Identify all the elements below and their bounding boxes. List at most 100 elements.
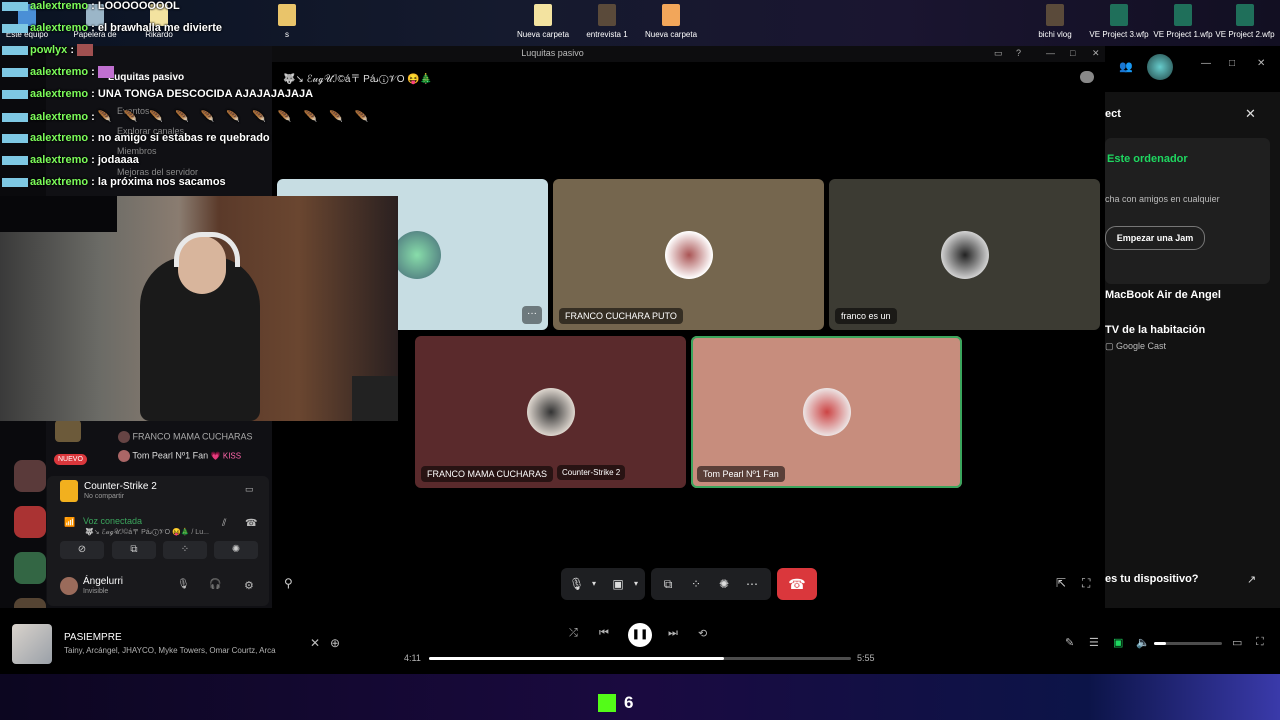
- help-icon[interactable]: ?: [1016, 48, 1021, 58]
- pause-button[interactable]: ❚❚: [628, 623, 652, 647]
- start-jam-button[interactable]: Empezar una Jam: [1105, 226, 1205, 250]
- emote-icon: [97, 66, 114, 79]
- avatar: [940, 230, 989, 279]
- shuffle-icon[interactable]: ⤮: [569, 627, 578, 640]
- maximize-button[interactable]: □: [1070, 48, 1075, 58]
- close-button[interactable]: ✕: [1257, 58, 1265, 69]
- repeat-icon[interactable]: ⟲: [698, 627, 707, 640]
- webcam-overlay: [0, 196, 398, 421]
- minimize-button[interactable]: —: [1201, 58, 1211, 69]
- badge-icon: [2, 1, 28, 11]
- camera-button[interactable]: ⊘: [60, 541, 104, 559]
- miniplayer-icon[interactable]: ▭: [1232, 636, 1242, 649]
- participant-tile-speaking[interactable]: Tom Pearl Nº1 Fan: [691, 336, 962, 488]
- current-device-label[interactable]: Este ordenador: [1107, 153, 1188, 165]
- badge-icon: [2, 133, 28, 143]
- spotify-connect-panel: ect ✕ Este ordenador cha con amigos en c…: [1105, 46, 1280, 608]
- time-elapsed: 4:11: [404, 653, 421, 663]
- track-artists[interactable]: Tainy, Arcángel, JHAYCO, Myke Towers, Om…: [64, 646, 276, 655]
- desktop-icon[interactable]: bichi vlog: [1020, 4, 1090, 39]
- avatar: [393, 230, 441, 279]
- stream-chat-overlay: aalextremo : LOOOOOOOOL aalextremo : el …: [0, 0, 369, 200]
- inbox-icon[interactable]: ▭: [994, 48, 1003, 59]
- fullscreen-icon[interactable]: ⛶: [1256, 636, 1264, 649]
- activities-button[interactable]: ⁘: [163, 541, 207, 559]
- desktop-icon[interactable]: VE Project 2.wfp: [1210, 4, 1280, 39]
- voice-member[interactable]: FRANCO MAMA CUCHARAS: [118, 431, 253, 443]
- add-icon[interactable]: ⊕: [330, 636, 340, 650]
- close-button[interactable]: ✕: [1092, 48, 1100, 59]
- webcam-dark-region: [0, 196, 117, 232]
- external-link-icon[interactable]: ↗: [1247, 573, 1256, 586]
- activities-icon[interactable]: ⁘: [689, 577, 703, 591]
- participant-name: franco es un: [835, 308, 897, 324]
- voice-channel-path[interactable]: 🐺↘ ℰ𝓊ℊ𝒰ℐ©á〒 Pá𝓈ⓘ𝒱O 😝🎄 / Lu...: [85, 527, 209, 537]
- connect-device-icon[interactable]: ▣: [1113, 636, 1123, 649]
- avatar: [118, 431, 130, 443]
- participant-name: FRANCO CUCHARA PUTO: [559, 308, 683, 324]
- voice-connected-label[interactable]: Voz conectada: [83, 516, 142, 526]
- end-call-button[interactable]: ☎: [777, 568, 817, 600]
- microphone-icon[interactable]: 🎙: [569, 577, 584, 591]
- pause-icon: ❚❚: [631, 629, 649, 640]
- screen-share-icon[interactable]: ⧉: [661, 577, 675, 591]
- participant-tile[interactable]: FRANCO MAMA CUCHARAS Counter-Strike 2: [415, 336, 686, 488]
- popout-icon[interactable]: ⇱: [1056, 576, 1066, 590]
- close-icon[interactable]: ✕: [1245, 106, 1256, 122]
- device-item[interactable]: MacBook Air de Angel: [1105, 289, 1221, 301]
- game-activity-badge: Counter-Strike 2: [557, 465, 626, 480]
- user-avatar[interactable]: [60, 577, 78, 595]
- mic-camera-group: 🎙 ▾ ▣ ▾: [561, 568, 645, 600]
- server-icon[interactable]: [14, 552, 46, 584]
- maximize-button[interactable]: □: [1229, 58, 1235, 69]
- profile-avatar[interactable]: [1147, 54, 1173, 80]
- voice-member[interactable]: Tom Pearl Nº1 Fan 💗 KISS: [118, 450, 241, 462]
- help-link[interactable]: es tu dispositivo?: [1105, 573, 1199, 585]
- camera-off-icon[interactable]: ▣: [611, 577, 625, 591]
- more-options-icon[interactable]: ···: [522, 306, 542, 324]
- close-icon[interactable]: ✕: [310, 636, 320, 650]
- screen-share-button[interactable]: ⧉: [112, 541, 156, 559]
- desktop-icon[interactable]: entrevista 1: [572, 4, 642, 39]
- lyrics-icon[interactable]: ✎: [1065, 636, 1074, 649]
- progress-bar[interactable]: [429, 657, 851, 660]
- friends-icon[interactable]: 👥: [1119, 60, 1133, 73]
- desktop-icon[interactable]: Nueva carpeta: [508, 4, 578, 39]
- invite-icon[interactable]: ⚲: [284, 576, 293, 590]
- server-icon[interactable]: [14, 506, 46, 538]
- microphone-icon[interactable]: 🎙: [177, 579, 190, 590]
- queue-icon[interactable]: ☰: [1089, 636, 1099, 649]
- volume-slider[interactable]: [1154, 642, 1222, 645]
- album-cover[interactable]: [12, 624, 52, 664]
- server-icon[interactable]: [14, 460, 46, 492]
- cat-overlay: [352, 376, 398, 421]
- cast-icon: ▢: [1105, 341, 1114, 351]
- chat-bubble-icon[interactable]: [1080, 71, 1094, 83]
- participant-tile[interactable]: FRANCO CUCHARA PUTO: [553, 179, 824, 330]
- soundboard-button[interactable]: ✺: [214, 541, 258, 559]
- chevron-down-icon[interactable]: ▾: [587, 577, 601, 591]
- participant-name: Tom Pearl Nº1 Fan: [697, 466, 785, 482]
- stream-icon[interactable]: ▭: [245, 484, 254, 495]
- fullscreen-icon[interactable]: ⛶: [1082, 576, 1090, 591]
- headphones-icon[interactable]: 🎧: [209, 579, 221, 590]
- emote-row: 🪶🪶🪶🪶🪶🪶🪶🪶🪶🪶🪶: [97, 111, 381, 123]
- desktop-icon[interactable]: Nueva carpeta: [636, 4, 706, 39]
- gear-icon[interactable]: ⚙: [244, 579, 254, 592]
- more-icon[interactable]: ⋯: [745, 577, 759, 591]
- device-item[interactable]: TV de la habitación: [1105, 324, 1205, 336]
- server-icon[interactable]: [55, 420, 81, 442]
- chevron-down-icon[interactable]: ▾: [629, 577, 643, 591]
- participant-tile[interactable]: franco es un: [829, 179, 1100, 330]
- desktop-icon[interactable]: VE Project 1.wfp: [1148, 4, 1218, 39]
- desktop-icon[interactable]: VE Project 3.wfp: [1084, 4, 1154, 39]
- disconnect-icon[interactable]: ☎: [245, 518, 257, 529]
- previous-icon[interactable]: ⏮: [599, 627, 609, 640]
- noise-suppression-icon[interactable]: ⫽: [222, 518, 226, 529]
- username[interactable]: Ángelurri: [83, 576, 123, 587]
- track-title[interactable]: PASIEMPRE: [64, 632, 122, 643]
- soundboard-icon[interactable]: ✺: [717, 577, 731, 591]
- next-icon[interactable]: ⏭: [668, 627, 678, 640]
- minimize-button[interactable]: —: [1046, 48, 1055, 58]
- volume-icon[interactable]: 🔈: [1136, 636, 1150, 649]
